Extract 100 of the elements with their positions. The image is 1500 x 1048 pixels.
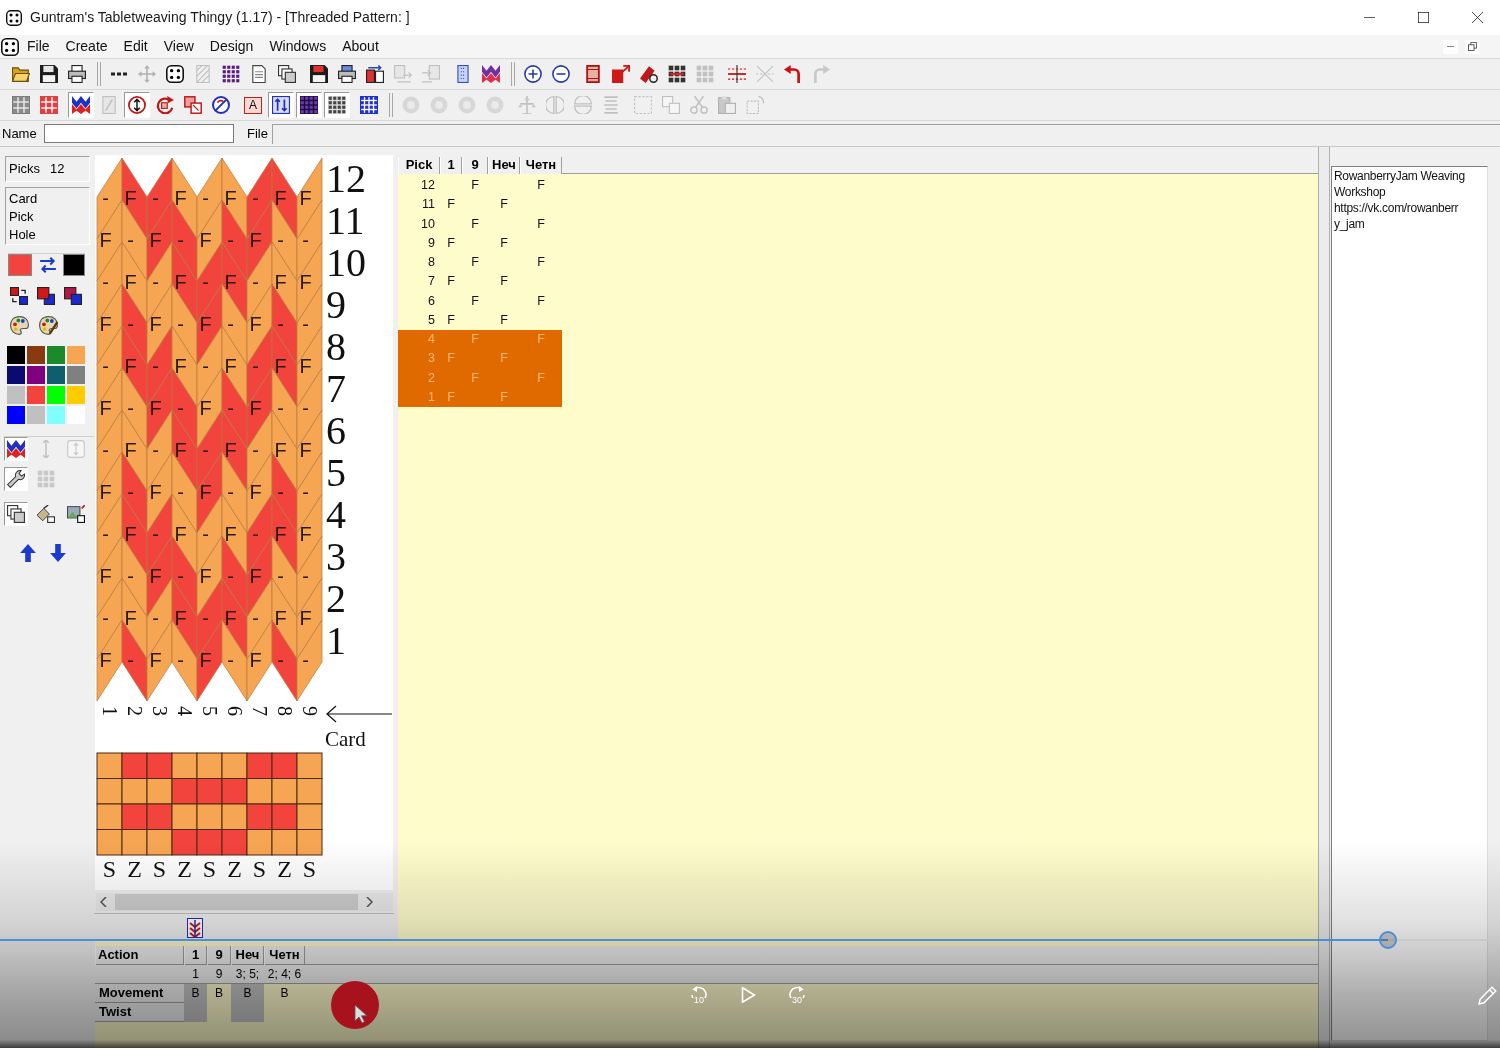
color-swatch-icon[interactable]	[47, 346, 65, 364]
color-swatch-icon[interactable]	[7, 366, 25, 384]
wrench-button[interactable]	[4, 467, 28, 491]
foreground-swatch-icon[interactable]	[8, 254, 32, 276]
card-number: 3	[148, 706, 171, 716]
menu-item[interactable]: About	[334, 35, 387, 58]
cell-letter: F	[124, 187, 137, 209]
column-header[interactable]: 1	[440, 157, 462, 174]
table-row[interactable]: 9 F F	[398, 233, 562, 253]
color-swatch-icon[interactable]	[27, 406, 45, 424]
chevron-right-icon[interactable]	[366, 897, 373, 907]
color-swatch-icon[interactable]	[47, 386, 65, 404]
restore-button[interactable]	[1465, 39, 1480, 54]
grid-icon	[668, 65, 686, 83]
move-up-button[interactable]	[19, 544, 37, 562]
cell-letter: -	[102, 355, 109, 377]
scroll-thumb[interactable]	[115, 894, 358, 910]
color-squares-icon[interactable]	[37, 287, 55, 305]
table-row[interactable]: 12 F F	[398, 176, 562, 196]
edit-button[interactable]	[1478, 985, 1498, 1005]
column-header[interactable]: Pick	[398, 157, 440, 174]
table-cell-text: F	[536, 177, 546, 194]
menu-item[interactable]: Create	[57, 35, 116, 58]
up-down-arrows-button[interactable]	[268, 92, 294, 118]
stack-button[interactable]	[4, 502, 28, 526]
move-down-button[interactable]	[49, 544, 67, 562]
menu-item[interactable]: View	[155, 35, 202, 58]
table-cell-text: F	[499, 234, 509, 252]
chevron-pattern-icon[interactable]	[187, 918, 203, 938]
cell-letter: F	[99, 313, 112, 335]
file-field[interactable]	[272, 123, 1500, 144]
swap-arrows-icon[interactable]	[38, 256, 57, 274]
table-row[interactable]: 10 F F	[398, 214, 562, 234]
color-squares-icon[interactable]	[64, 287, 82, 305]
grid-button[interactable]	[296, 92, 322, 118]
color-swatch-icon[interactable]	[67, 386, 85, 404]
dotted-column-icon	[454, 65, 472, 83]
color-swatch-icon[interactable]	[27, 386, 45, 404]
color-swap-icon[interactable]	[10, 287, 28, 305]
menu-item[interactable]: Windows	[261, 35, 335, 58]
horizontal-scrollbar[interactable]	[96, 893, 393, 911]
notes-field[interactable]: RowanberryJam Weaving Workshop https://vk.com/rowanberr y_jam	[1331, 166, 1488, 1041]
column-header[interactable]: Четн	[520, 157, 562, 174]
text-style-button[interactable]: A	[240, 92, 266, 118]
color-swatch-icon[interactable]	[67, 346, 85, 364]
color-swatch-icon[interactable]	[27, 346, 45, 364]
card-number: 1	[98, 706, 121, 716]
cell-letter: F	[99, 565, 112, 587]
page-icon	[250, 65, 268, 83]
menu-item[interactable]: Edit	[115, 35, 156, 58]
progress-thumb[interactable]	[1378, 931, 1397, 949]
card-number: 9	[298, 706, 321, 716]
zigzag-button[interactable]	[68, 92, 94, 118]
table-cell: B	[231, 984, 264, 1003]
table-cell-text: F	[499, 311, 509, 329]
color-swatch-icon[interactable]	[7, 406, 25, 424]
twist-letter: S	[102, 856, 117, 882]
table-row[interactable]: 11 F F	[398, 195, 562, 215]
minimize-button[interactable]	[1443, 39, 1458, 54]
column-header[interactable]: 9	[462, 157, 488, 174]
column-header[interactable]: Неч	[488, 157, 520, 174]
color-swatch-icon[interactable]	[47, 366, 65, 384]
cell-letter: F	[174, 271, 187, 293]
zigzag-icon	[72, 96, 90, 114]
table-cell-text: 1	[191, 966, 200, 983]
pick-number: 1	[326, 618, 346, 663]
dice-icon[interactable]	[1, 37, 19, 56]
no-entry-icon	[212, 96, 230, 114]
ring-icon	[430, 96, 448, 114]
mirror-icon	[546, 96, 564, 114]
menu-item[interactable]: Design	[201, 35, 262, 58]
cell-letter: -	[152, 271, 159, 293]
color-swatch-icon[interactable]	[27, 366, 45, 384]
chevron-left-icon[interactable]	[100, 897, 107, 907]
color-swatch-icon[interactable]	[47, 406, 65, 424]
color-swatch-icon[interactable]	[7, 346, 25, 364]
color-swatch-icon[interactable]	[67, 366, 85, 384]
palette-icon[interactable]	[10, 316, 29, 335]
table-row[interactable]: 6 F F	[398, 291, 562, 311]
paint-bucket-button[interactable]	[34, 502, 58, 526]
picture-button[interactable]	[64, 502, 88, 526]
cell-letter: F	[224, 355, 237, 377]
cell-letter: -	[177, 313, 184, 335]
up-down-button[interactable]	[124, 92, 150, 118]
color-swatch-icon[interactable]	[7, 386, 25, 404]
menu-item[interactable]: File	[19, 35, 58, 58]
background-swatch-icon[interactable]	[63, 254, 85, 276]
minimize-icon	[1363, 17, 1375, 18]
table-row[interactable]: 5 F F	[398, 310, 562, 330]
zigzag-button[interactable]	[4, 437, 28, 461]
table-row[interactable]: 8 F F	[398, 253, 562, 273]
cell-letter: F	[274, 439, 287, 461]
cell-letter: -	[127, 481, 134, 503]
cursor-label: Pick	[9, 208, 35, 226]
grid-button[interactable]	[324, 92, 350, 118]
palette-brush-icon[interactable]	[39, 316, 58, 335]
panel-splitter[interactable]	[1318, 147, 1330, 1048]
table-row[interactable]: 7 F F	[398, 272, 562, 292]
name-field[interactable]	[44, 124, 234, 143]
table-cell-text: 2; 4; 6	[266, 966, 303, 983]
